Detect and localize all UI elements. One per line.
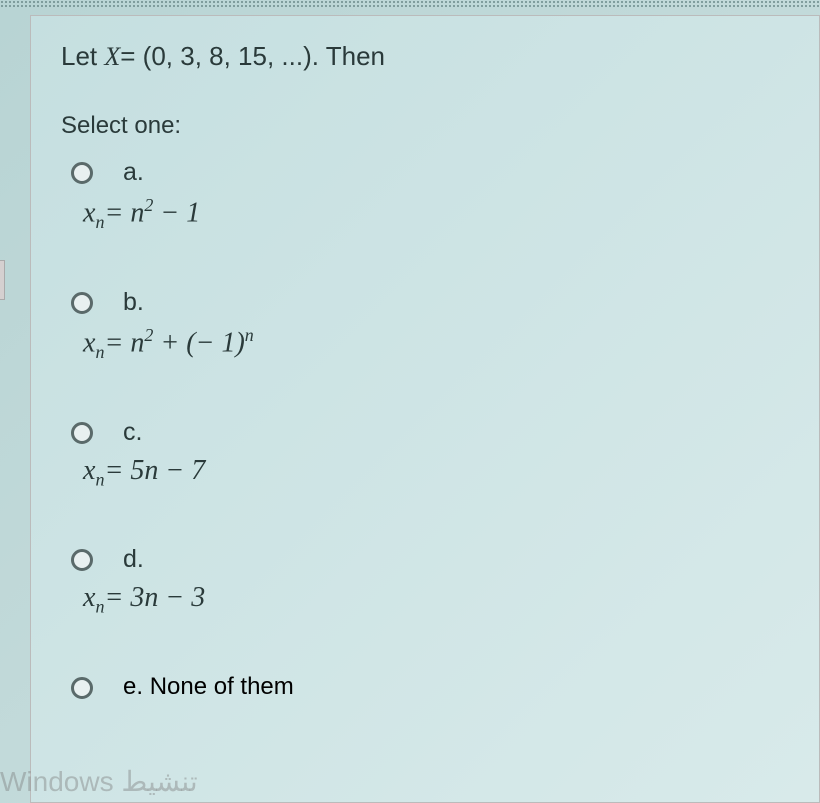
option-d[interactable]: d. xn= 3n − 3 xyxy=(61,545,789,618)
select-one-label: Select one: xyxy=(61,112,789,140)
question-var: X xyxy=(104,42,120,71)
formula-x: x xyxy=(83,582,95,613)
option-b-content: b. xn= n2 + (− 1)n xyxy=(123,288,254,363)
option-e-letter: e. xyxy=(123,673,143,701)
radio-icon[interactable] xyxy=(71,292,93,314)
radio-icon[interactable] xyxy=(71,162,93,184)
option-a[interactable]: a. xn= n2 − 1 xyxy=(61,158,789,233)
formula-sup: 2 xyxy=(144,325,153,345)
formula-eq: = 3n − 3 xyxy=(104,582,205,613)
formula-x: x xyxy=(83,455,95,486)
dotted-border xyxy=(0,0,820,8)
option-c[interactable]: c. xn= 5n − 7 xyxy=(61,418,789,491)
option-c-content: c. xn= 5n − 7 xyxy=(123,418,205,491)
option-b-formula: xn= n2 + (− 1)n xyxy=(83,325,254,363)
option-a-letter: a. xyxy=(123,158,200,187)
option-a-formula: xn= n2 − 1 xyxy=(83,195,200,233)
option-d-content: d. xn= 3n − 3 xyxy=(123,545,205,618)
formula-eq: = 5n − 7 xyxy=(104,455,205,486)
formula-x: x xyxy=(83,197,95,228)
question-stem: Let X= (0, 3, 8, 15, ...). Then xyxy=(61,41,789,72)
formula-eq: = n xyxy=(104,327,144,358)
radio-icon[interactable] xyxy=(71,422,93,444)
formula-x: x xyxy=(83,327,95,358)
option-e-content: e. None of them xyxy=(123,673,294,701)
question-rest: = (0, 3, 8, 15, ...). Then xyxy=(120,41,385,71)
sidebar-fragment xyxy=(0,260,5,300)
option-e[interactable]: e. None of them xyxy=(61,673,789,701)
question-prefix: Let xyxy=(61,41,104,71)
formula-eq: = n xyxy=(104,197,144,228)
option-b-letter: b. xyxy=(123,288,254,317)
formula-sup: 2 xyxy=(144,195,153,215)
formula-mid: + (− 1) xyxy=(153,327,244,358)
option-e-text: None of them xyxy=(150,673,294,701)
option-c-formula: xn= 5n − 7 xyxy=(83,455,205,491)
windows-watermark: Windows تنشيط xyxy=(0,765,198,798)
option-d-formula: xn= 3n − 3 xyxy=(83,582,205,618)
question-container: Let X= (0, 3, 8, 15, ...). Then Select o… xyxy=(30,15,820,803)
formula-sup2: n xyxy=(245,325,254,345)
option-d-letter: d. xyxy=(123,545,205,574)
radio-icon[interactable] xyxy=(71,677,93,699)
radio-icon[interactable] xyxy=(71,549,93,571)
option-b[interactable]: b. xn= n2 + (− 1)n xyxy=(61,288,789,363)
option-a-content: a. xn= n2 − 1 xyxy=(123,158,200,233)
formula-rest: − 1 xyxy=(153,197,200,228)
option-c-letter: c. xyxy=(123,418,205,447)
